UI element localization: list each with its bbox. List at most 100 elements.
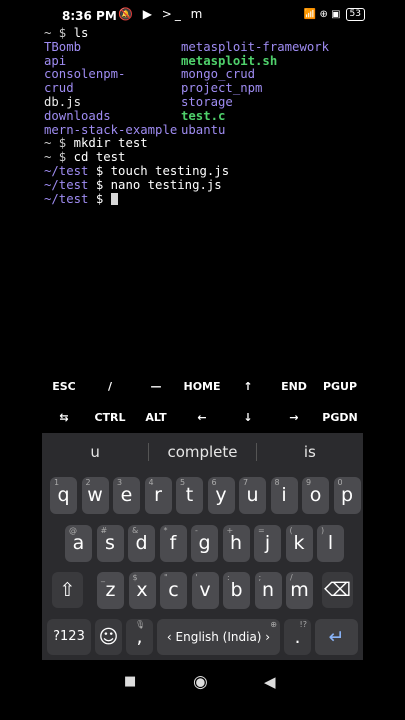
ls-entry: project_npm	[181, 81, 263, 96]
home-button[interactable]: ◉	[193, 672, 208, 692]
terminal-line: ~ $ ls	[44, 26, 405, 41]
key-label: c	[168, 579, 179, 601]
key-n[interactable]: ; n	[254, 572, 282, 609]
key-label: l	[327, 532, 334, 554]
command-text: ls	[73, 26, 89, 40]
command-text: cd test	[73, 150, 126, 165]
prompt-cwd: ~/test	[44, 177, 89, 192]
key-j[interactable]: = j	[254, 525, 281, 562]
key-f[interactable]: * f	[159, 525, 187, 562]
key-label: f	[169, 532, 177, 554]
key-x[interactable]: $ x	[128, 572, 156, 609]
key-b[interactable]: :b	[223, 572, 250, 609]
end-key[interactable]: END	[271, 380, 317, 393]
emoji-key[interactable]: ☺	[95, 619, 122, 655]
suggestion-item[interactable]: complete	[149, 443, 255, 461]
key-label: i	[281, 484, 287, 506]
key-w[interactable]: 2w	[81, 477, 109, 514]
ls-entry: metasploit-framework	[181, 39, 330, 54]
space-language-label: ‹ English (India) ›	[166, 630, 271, 644]
key-c[interactable]: " c	[160, 572, 187, 609]
dash-key[interactable]: —	[133, 380, 179, 393]
key-label: d	[135, 532, 148, 554]
home-key[interactable]: HOME	[179, 380, 225, 393]
ls-entry: storage	[181, 94, 233, 109]
key-k[interactable]: (k	[285, 525, 313, 562]
key-a[interactable]: @ a	[65, 525, 92, 562]
right-arrow-key[interactable]: →	[271, 411, 317, 424]
period-key[interactable]: !?.	[284, 619, 311, 655]
ls-entry: metasploit.sh	[181, 53, 278, 68]
key-p[interactable]: 0p	[333, 477, 361, 514]
prompt: $	[88, 163, 111, 178]
tab-key[interactable]: ⇆	[41, 411, 87, 424]
key-l[interactable]: ) l	[317, 525, 344, 562]
symbols-key[interactable]: ?123	[47, 619, 91, 655]
key-label: b	[230, 579, 243, 601]
recents-button[interactable]: ■	[124, 674, 136, 689]
key-z[interactable]: _ z	[97, 572, 124, 609]
key-q[interactable]: 1q	[50, 477, 77, 514]
key-v[interactable]: ' v	[191, 572, 219, 609]
key-d[interactable]: & d	[128, 525, 155, 562]
system-icons: 📶 ⊕ ▣ 53	[304, 8, 365, 21]
key-i[interactable]: 8i	[270, 477, 298, 514]
key-g[interactable]: -g	[191, 525, 218, 562]
left-arrow-key[interactable]: ←	[179, 411, 225, 424]
command-text: touch testing.js	[110, 163, 230, 178]
pgup-key[interactable]: PGUP	[317, 380, 363, 393]
key-t[interactable]: 5t	[176, 477, 203, 514]
space-bar[interactable]: ⊕ ‹ English (India) ›	[157, 619, 280, 655]
terminal-line: ~ $ cd test	[44, 150, 405, 165]
key-label: q	[57, 484, 70, 506]
ls-entry: db.js	[44, 94, 82, 109]
key-label: u	[246, 484, 259, 506]
back-button[interactable]: ◀	[264, 673, 276, 691]
alt-key[interactable]: ALT	[133, 411, 179, 424]
key-label: x	[136, 579, 148, 601]
navigation-bar: ■ ◉ ◀	[0, 660, 405, 720]
key-h[interactable]: + h	[222, 525, 250, 562]
esc-key[interactable]: ESC	[41, 380, 87, 393]
suggestion-strip: u complete is	[42, 433, 363, 471]
key-label: a	[72, 532, 85, 554]
key-o[interactable]: 9o	[302, 477, 329, 514]
enter-key[interactable]: ↵	[315, 619, 358, 655]
backspace-icon: ⌫	[324, 579, 351, 601]
up-arrow-key[interactable]: ↑	[225, 380, 271, 393]
down-arrow-key[interactable]: ↓	[225, 411, 271, 424]
ls-entry: downloads	[44, 108, 111, 123]
prompt: ~ $	[44, 150, 74, 165]
soft-keyboard: u complete is 1 q 2 w 3 e 4 r 5 t 6 y 7 u 8 i 9 o 0 p @ a # s & d…	[42, 433, 363, 660]
backspace-key[interactable]: ⌫	[322, 572, 353, 608]
comma-key[interactable]: 🎙,	[126, 619, 153, 655]
key-s[interactable]: # s	[96, 525, 124, 562]
terminal-line-current: ~/test $	[44, 191, 405, 207]
key-label: n	[261, 579, 275, 601]
key-label: h	[229, 532, 243, 554]
slash-key[interactable]: /	[87, 380, 133, 393]
key-label: s	[105, 532, 115, 554]
suggestion-item[interactable]: u	[42, 443, 148, 461]
key-m[interactable]: / m	[286, 572, 313, 609]
key-r[interactable]: 4r	[144, 477, 172, 514]
suggestion-item[interactable]: is	[257, 443, 363, 461]
ls-entry: TBomb	[44, 39, 82, 54]
key-e[interactable]: 3e	[113, 477, 140, 514]
shift-key[interactable]: ⇧	[52, 572, 83, 608]
ctrl-key[interactable]: CTRL	[87, 411, 133, 424]
ls-entry: api	[44, 53, 67, 68]
ls-column-left: TBomb api consolenpm-crud db.js downloads mer…	[44, 39, 181, 138]
notification-icons: 🔕 ▶ >_ m	[118, 7, 206, 21]
key-u[interactable]: 7u	[239, 477, 266, 514]
emoji-icon: ☺	[98, 626, 119, 648]
ls-entry: test.c	[181, 108, 226, 123]
key-label: e	[120, 484, 133, 506]
ls-entry: crud	[44, 81, 74, 96]
prompt-cwd: ~/test	[44, 191, 89, 206]
ls-entry: consolenpm-	[44, 67, 126, 82]
key-label: t	[185, 484, 194, 506]
key-y[interactable]: 6y	[207, 477, 235, 514]
terminal-output[interactable]: ~ $ ls TBomb api consolenpm-crud db.js downl…	[44, 26, 405, 207]
pgdn-key[interactable]: PGDN	[317, 411, 363, 424]
